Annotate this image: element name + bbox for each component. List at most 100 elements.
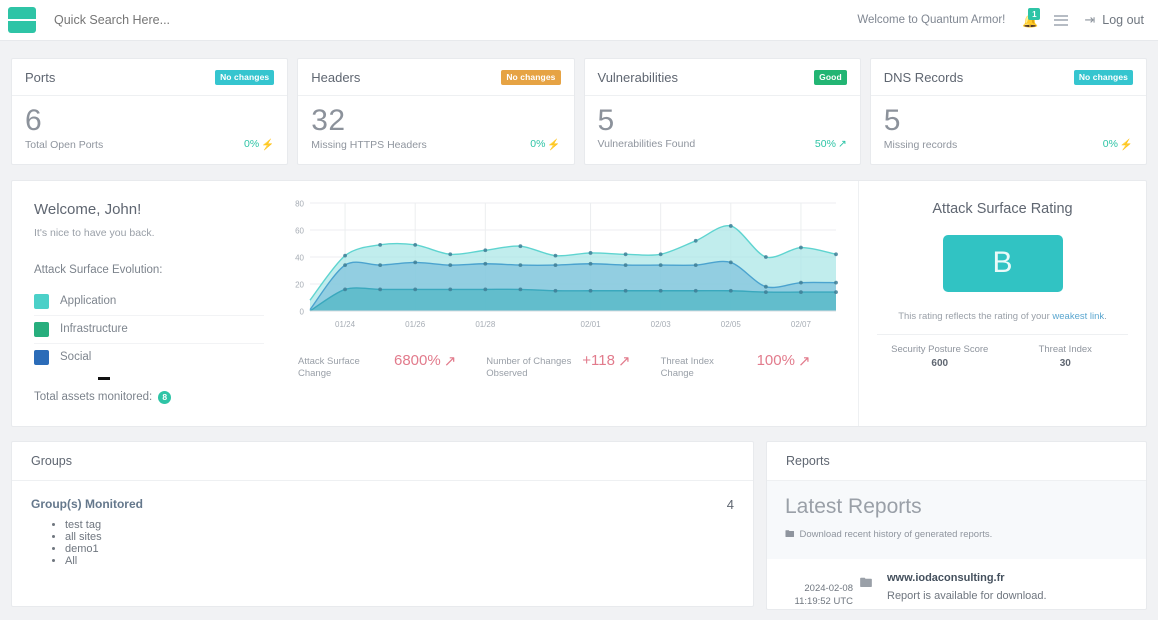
logout-button[interactable]: ⇥ Log out <box>1084 12 1144 28</box>
stat-card-headers[interactable]: Headers No changes 32 Missing HTTPS Head… <box>297 58 574 165</box>
security-posture-label: Security Posture Score <box>877 344 1003 355</box>
groups-monitored-heading: Group(s) Monitored <box>31 497 143 511</box>
hamburger-line <box>17 19 26 21</box>
hamburger-menu-icon[interactable] <box>8 7 36 33</box>
stat-delta: 0% ⚡ <box>530 138 560 151</box>
stat-card-footer: Missing HTTPS Headers 0% ⚡ <box>311 138 560 151</box>
metric-attack-surface-change: Attack Surface Change 6800% ↗ <box>298 352 456 382</box>
bolt-icon: ⚡ <box>1120 138 1133 151</box>
top-bar: Welcome to Quantum Armor! 🔔 1 ⇥ Log out <box>0 0 1158 41</box>
logout-icon: ⇥ <box>1084 12 1095 28</box>
list-item: all sites <box>65 531 734 543</box>
stat-delta: 0% ⚡ <box>1103 138 1133 151</box>
stat-delta-value: 0% <box>530 138 545 150</box>
legend-item-social[interactable]: Social <box>34 344 264 371</box>
evolution-label: Attack Surface Evolution: <box>34 264 264 276</box>
groups-panel-title: Groups <box>12 442 753 481</box>
total-assets-monitored: Total assets monitored: 8 <box>34 391 264 404</box>
metric-value: 100% <box>757 352 795 369</box>
list-item[interactable]: 2024-02-08 11:19:52 UTC 🖿 www.iodaconsul… <box>767 559 1146 610</box>
reports-hero: Latest Reports 🖿 Download recent history… <box>767 481 1146 559</box>
notifications-button[interactable]: 🔔 1 <box>1021 10 1038 30</box>
list-menu-icon[interactable] <box>1054 15 1068 26</box>
svg-text:01/26: 01/26 <box>405 320 426 329</box>
list-item: demo1 <box>65 543 734 555</box>
svg-text:40: 40 <box>295 253 304 262</box>
stat-delta-value: 50% <box>815 138 836 150</box>
report-date: 2024-02-08 <box>781 582 853 596</box>
status-badge: No changes <box>215 70 274 85</box>
stat-card-body: 32 Missing HTTPS Headers 0% ⚡ <box>298 96 573 164</box>
stat-value: 6 <box>25 105 274 137</box>
svg-text:60: 60 <box>295 226 304 235</box>
stat-card-title: Headers <box>311 70 360 85</box>
metric-threat-index-change: Threat Index Change 100% ↗ <box>661 352 811 382</box>
arrow-up-icon: ↗ <box>618 352 631 370</box>
status-badge: No changes <box>1074 70 1133 85</box>
list-line <box>1054 19 1068 21</box>
report-meta: www.iodaconsulting.fr Report is availabl… <box>879 572 1047 610</box>
attack-surface-chart-column: 02040608001/2401/2601/2802/0102/0302/050… <box>284 181 858 426</box>
rating-footer: Security Posture Score 600 Threat Index … <box>877 334 1128 369</box>
rating-title: Attack Surface Rating <box>877 201 1128 217</box>
stat-label: Total Open Ports <box>25 139 103 151</box>
stat-cards-row: Ports No changes 6 Total Open Ports 0% ⚡… <box>0 41 1158 165</box>
notification-count-badge: 1 <box>1028 8 1040 20</box>
metric-value: +118 <box>582 352 615 369</box>
list-item: All <box>65 555 734 567</box>
list-line <box>1054 15 1068 17</box>
status-badge: No changes <box>501 70 560 85</box>
legend-label: Application <box>60 295 116 307</box>
stat-card-dns-records[interactable]: DNS Records No changes 5 Missing records… <box>870 58 1147 165</box>
stat-card-footer: Vulnerabilities Found 50% ↗ <box>598 138 847 150</box>
legend-item-infrastructure[interactable]: Infrastructure <box>34 316 264 344</box>
welcome-column: Welcome, John! It's nice to have you bac… <box>12 181 284 426</box>
security-posture-value: 600 <box>877 358 1003 369</box>
threat-index-label: Threat Index <box>1003 344 1129 355</box>
weakest-link-link[interactable]: weakest link <box>1052 311 1104 322</box>
legend-swatch-icon <box>34 294 49 309</box>
stat-card-header: Headers No changes <box>298 59 573 96</box>
svg-text:01/28: 01/28 <box>475 320 496 329</box>
legend-swatch-icon <box>34 322 49 337</box>
assets-label: Total assets monitored: <box>34 391 152 403</box>
arrow-up-icon: ↗ <box>798 352 811 370</box>
stat-card-body: 6 Total Open Ports 0% ⚡ <box>12 96 287 164</box>
metric-label: Threat Index Change <box>661 352 747 382</box>
stat-card-vulnerabilities[interactable]: Vulnerabilities Good 5 Vulnerabilities F… <box>584 58 861 165</box>
attack-surface-area-chart[interactable]: 02040608001/2401/2601/2802/0102/0302/050… <box>284 195 844 335</box>
metric-value-wrap: 6800% ↗ <box>394 352 456 370</box>
metric-number-of-changes: Number of Changes Observed +118 ↗ <box>486 352 630 382</box>
stat-delta-value: 0% <box>244 138 259 150</box>
bolt-icon: ⚡ <box>547 138 560 151</box>
bottom-row: Groups Group(s) Monitored 4 test tag all… <box>0 427 1158 611</box>
folder-icon: 🖿 <box>785 527 795 543</box>
rating-grade-box: B <box>943 235 1063 292</box>
welcome-message: Welcome to Quantum Armor! <box>857 14 1005 26</box>
legend-divider-mark <box>98 377 110 380</box>
report-host: www.iodaconsulting.fr <box>887 572 1047 584</box>
search-input[interactable] <box>54 13 354 27</box>
chart-metrics-row: Attack Surface Change 6800% ↗ Number of … <box>284 340 852 382</box>
stat-card-header: Ports No changes <box>12 59 287 96</box>
stat-card-title: DNS Records <box>884 70 963 85</box>
stat-label: Missing HTTPS Headers <box>311 139 427 151</box>
assets-count-badge: 8 <box>158 391 171 404</box>
stat-card-ports[interactable]: Ports No changes 6 Total Open Ports 0% ⚡ <box>11 58 288 165</box>
stat-value: 5 <box>884 105 1133 137</box>
legend-label: Social <box>60 351 91 363</box>
svg-text:80: 80 <box>295 199 304 208</box>
legend-item-application[interactable]: Application <box>34 288 264 316</box>
folder-icon: 🖿 <box>853 572 879 610</box>
stat-card-header: DNS Records No changes <box>871 59 1146 96</box>
svg-text:01/24: 01/24 <box>335 320 356 329</box>
hamburger-line <box>8 19 17 21</box>
metric-value-wrap: +118 ↗ <box>582 352 630 370</box>
arrow-up-icon: ↗ <box>838 138 847 150</box>
chart-legend: Application Infrastructure Social <box>34 288 264 371</box>
stat-delta-value: 0% <box>1103 138 1118 150</box>
groups-list: test tag all sites demo1 All <box>65 519 734 568</box>
stat-card-footer: Total Open Ports 0% ⚡ <box>25 138 274 151</box>
stat-card-body: 5 Missing records 0% ⚡ <box>871 96 1146 164</box>
hamburger-line <box>27 19 36 21</box>
